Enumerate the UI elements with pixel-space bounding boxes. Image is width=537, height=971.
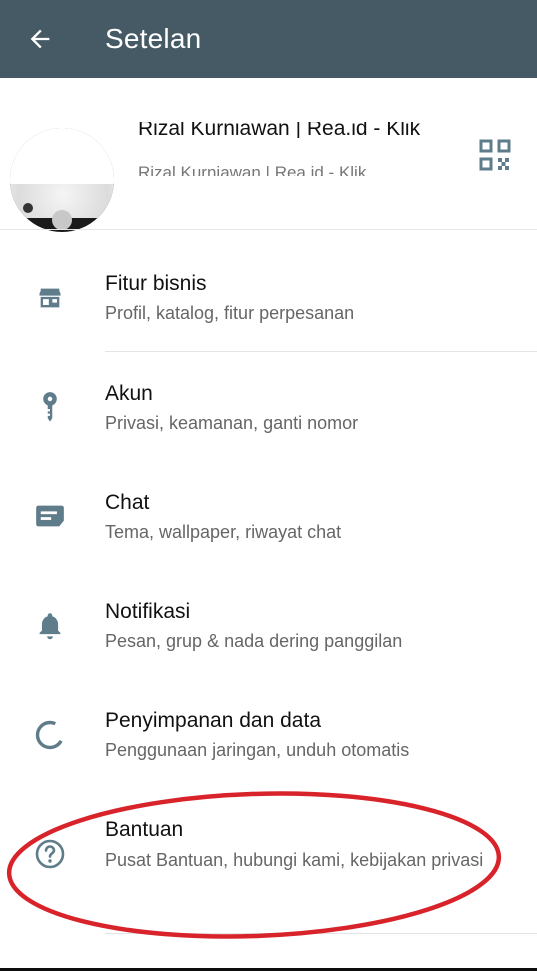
page-title: Setelan [105, 23, 202, 54]
settings-screen: Setelan Rizal Kurniawan | Rea.id - Klik … [0, 0, 537, 971]
settings-item-title: Notifikasi [105, 600, 191, 623]
settings-item-penyimpanan[interactable]: Penyimpanan dan data Penggunaan jaringan… [0, 680, 537, 789]
settings-item-subtitle: Tema, wallpaper, riwayat chat [105, 522, 342, 542]
settings-item-title: Chat [105, 491, 150, 514]
settings-item-title: Akun [105, 382, 153, 405]
settings-item-subtitle: Pesan, grup & nada dering panggilan [105, 631, 403, 651]
bell-icon [32, 608, 68, 644]
profile-name: Rizal Kurniawan | Rea.id - Klik [138, 122, 421, 138]
settings-item-fitur-bisnis[interactable]: Fitur bisnis Profil, katalog, fitur perp… [0, 230, 537, 352]
settings-item-subtitle: Profil, katalog, fitur perpesanan [105, 303, 355, 323]
qr-code-icon [479, 139, 511, 171]
storage-icon [32, 717, 68, 753]
settings-item-notifikasi[interactable]: Notifikasi Pesan, grup & nada dering pan… [0, 571, 537, 680]
settings-item-subtitle: Privasi, keamanan, ganti nomor [105, 413, 359, 433]
divider [105, 933, 537, 934]
settings-item-chat[interactable]: Chat Tema, wallpaper, riwayat chat [0, 461, 537, 570]
settings-item-akun[interactable]: Akun Privasi, keamanan, ganti nomor [0, 352, 537, 460]
qr-code-button[interactable] [478, 138, 512, 172]
profile-row[interactable]: Rizal Kurniawan | Rea.id - Klik Rizal Ku… [0, 78, 537, 232]
store-icon [32, 280, 68, 316]
settings-item-subtitle: Penggunaan jaringan, unduh otomatis [105, 740, 410, 760]
key-icon [32, 390, 68, 426]
back-button[interactable] [20, 19, 60, 59]
chat-icon [32, 498, 68, 534]
profile-status: Rizal Kurniawan | Rea.id - Klik [138, 163, 367, 176]
settings-item-title: Penyimpanan dan data [105, 709, 321, 732]
help-icon [32, 836, 68, 872]
arrow-left-icon [30, 29, 50, 49]
settings-item-subtitle: Pusat Bantuan, hubungi kami, kebijakan p… [105, 850, 484, 870]
app-bar: Setelan [0, 0, 537, 78]
avatar[interactable] [10, 128, 114, 232]
settings-item-title: Bantuan [105, 818, 184, 841]
settings-item-title: Fitur bisnis [105, 272, 207, 295]
settings-item-bantuan[interactable]: Bantuan Pusat Bantuan, hubungi kami, keb… [0, 790, 537, 934]
